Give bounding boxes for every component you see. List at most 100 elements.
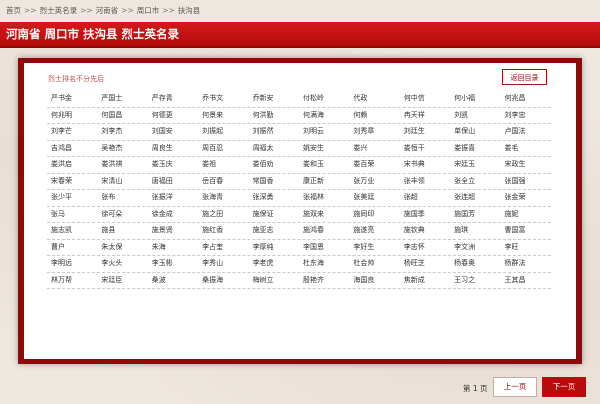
- breadcrumb-item-home[interactable]: 首页: [6, 6, 21, 15]
- breadcrumb-item-city[interactable]: 周口市: [137, 6, 160, 15]
- martyr-name-link[interactable]: 李厚纯: [249, 240, 299, 256]
- martyr-name-link[interactable]: 曹户: [47, 240, 97, 256]
- martyr-name-link[interactable]: 杜东海: [299, 256, 349, 272]
- martyr-name-link[interactable]: 施保证: [249, 207, 299, 223]
- martyr-name-link[interactable]: 张海青: [198, 190, 248, 206]
- martyr-name-link[interactable]: 严存青: [148, 91, 198, 107]
- martyr-name-link[interactable]: 吉鸿昌: [47, 141, 97, 157]
- martyr-name-link[interactable]: 李国恩: [299, 240, 349, 256]
- back-to-directory-button[interactable]: 返回目录: [502, 69, 547, 85]
- martyr-name-link[interactable]: 娄佰劝: [249, 157, 299, 173]
- martyr-name-link[interactable]: 李老虎: [249, 256, 299, 272]
- martyr-name-link[interactable]: 桑振海: [198, 273, 248, 289]
- martyr-name-link[interactable]: 冉天祥: [400, 108, 450, 124]
- martyr-name-link[interactable]: 娄毛: [501, 141, 551, 157]
- martyr-name-link[interactable]: 杜会帅: [349, 256, 399, 272]
- martyr-name-link[interactable]: 李秀山: [198, 256, 248, 272]
- martyr-name-link[interactable]: 焦新成: [400, 273, 450, 289]
- martyr-name-link[interactable]: 何景来: [198, 108, 248, 124]
- martyr-name-link[interactable]: 娄洪启: [47, 157, 97, 173]
- martyr-name-link[interactable]: 张全立: [450, 174, 500, 190]
- martyr-name-link[interactable]: 娄洪祺: [97, 157, 147, 173]
- martyr-name-link[interactable]: 刘国安: [148, 124, 198, 140]
- martyr-name-link[interactable]: 何德更: [148, 108, 198, 124]
- martyr-name-link[interactable]: 王其昌: [501, 273, 551, 289]
- next-page-button[interactable]: 下一页: [542, 377, 586, 397]
- martyr-name-link[interactable]: 施国季: [400, 207, 450, 223]
- martyr-name-link[interactable]: 徐可朵: [97, 207, 147, 223]
- martyr-name-link[interactable]: 张振洋: [148, 190, 198, 206]
- martyr-name-link[interactable]: 朱太保: [97, 240, 147, 256]
- martyr-name-link[interactable]: 宋廷玉: [450, 157, 500, 173]
- martyr-name-link[interactable]: 何小福: [450, 91, 500, 107]
- martyr-name-link[interactable]: 施国芳: [450, 207, 500, 223]
- martyr-name-link[interactable]: 施红香: [198, 223, 248, 239]
- martyr-name-link[interactable]: 宋书典: [400, 157, 450, 173]
- martyr-name-link[interactable]: 宋清山: [97, 174, 147, 190]
- martyr-name-link[interactable]: 刘秀章: [349, 124, 399, 140]
- martyr-name-link[interactable]: 付松岭: [299, 91, 349, 107]
- martyr-name-link[interactable]: 娄百荣: [349, 157, 399, 173]
- martyr-name-link[interactable]: 周福太: [249, 141, 299, 157]
- martyr-name-link[interactable]: 李占奎: [198, 240, 248, 256]
- martyr-name-link[interactable]: 李好生: [349, 240, 399, 256]
- martyr-name-link[interactable]: 何兆明: [47, 108, 97, 124]
- martyr-name-link[interactable]: 张深勇: [249, 190, 299, 206]
- martyr-name-link[interactable]: 代政: [349, 91, 399, 107]
- martyr-name-link[interactable]: 张超: [400, 190, 450, 206]
- martyr-name-link[interactable]: 刘李芒: [47, 124, 97, 140]
- martyr-name-link[interactable]: 施景贤: [148, 223, 198, 239]
- martyr-name-link[interactable]: 娄兴: [349, 141, 399, 157]
- martyr-name-link[interactable]: 杨春奥: [450, 256, 500, 272]
- martyr-name-link[interactable]: 卢国法: [501, 124, 551, 140]
- martyr-name-link[interactable]: 张万业: [349, 174, 399, 190]
- martyr-name-link[interactable]: 刘廷生: [400, 124, 450, 140]
- martyr-name-link[interactable]: 严国士: [97, 91, 147, 107]
- martyr-name-link[interactable]: 海国良: [349, 273, 399, 289]
- martyr-name-link[interactable]: 张连超: [450, 190, 500, 206]
- martyr-name-link[interactable]: 施琪: [450, 223, 500, 239]
- martyr-name-link[interactable]: 徐金成: [148, 207, 198, 223]
- martyr-name-link[interactable]: 张金荣: [501, 190, 551, 206]
- martyr-name-link[interactable]: 何兆昌: [501, 91, 551, 107]
- breadcrumb-item-martyrs[interactable]: 烈士英名录: [40, 6, 78, 15]
- breadcrumb-item-province[interactable]: 河南省: [96, 6, 119, 15]
- martyr-name-link[interactable]: 娄祖: [198, 157, 248, 173]
- martyr-name-link[interactable]: 施同印: [349, 207, 399, 223]
- martyr-name-link[interactable]: 娄振喜: [450, 141, 500, 157]
- martyr-name-link[interactable]: 曹国富: [501, 223, 551, 239]
- martyr-name-link[interactable]: 唐福田: [148, 174, 198, 190]
- martyr-name-link[interactable]: 杨旺芝: [400, 256, 450, 272]
- martyr-name-link[interactable]: 单保山: [450, 124, 500, 140]
- martyr-name-link[interactable]: 施县: [97, 223, 147, 239]
- martyr-name-link[interactable]: 张美廷: [349, 190, 399, 206]
- martyr-name-link[interactable]: 刘李杰: [97, 124, 147, 140]
- martyr-name-link[interactable]: 乔书文: [198, 91, 248, 107]
- martyr-name-link[interactable]: 乔新安: [249, 91, 299, 107]
- martyr-name-link[interactable]: 殷艳齐: [299, 273, 349, 289]
- martyr-name-link[interactable]: 王习之: [450, 273, 500, 289]
- martyr-name-link[interactable]: 刘明云: [299, 124, 349, 140]
- martyr-name-link[interactable]: 刘振然: [249, 124, 299, 140]
- prev-page-button[interactable]: 上一页: [493, 377, 537, 397]
- martyr-name-link[interactable]: 张布: [97, 190, 147, 206]
- martyr-name-link[interactable]: 娄和玉: [299, 157, 349, 173]
- martyr-name-link[interactable]: 刘凯: [450, 108, 500, 124]
- martyr-name-link[interactable]: 刘李忠: [501, 108, 551, 124]
- martyr-name-link[interactable]: 严书金: [47, 91, 97, 107]
- martyr-name-link[interactable]: 张福林: [299, 190, 349, 206]
- martyr-name-link[interactable]: 施志凯: [47, 223, 97, 239]
- martyr-name-link[interactable]: 杨群法: [501, 256, 551, 272]
- martyr-name-link[interactable]: 康正新: [299, 174, 349, 190]
- martyr-name-link[interactable]: 施妮: [501, 207, 551, 223]
- martyr-name-link[interactable]: 宋春荣: [47, 174, 97, 190]
- martyr-name-link[interactable]: 张丰领: [400, 174, 450, 190]
- martyr-name-link[interactable]: 李文洲: [450, 240, 500, 256]
- martyr-name-link[interactable]: 何中信: [400, 91, 450, 107]
- martyr-name-link[interactable]: 李明远: [47, 256, 97, 272]
- martyr-name-link[interactable]: 娄恒干: [400, 141, 450, 157]
- martyr-name-link[interactable]: 梅树立: [249, 273, 299, 289]
- martyr-name-link[interactable]: 施双来: [299, 207, 349, 223]
- martyr-name-link[interactable]: 李旺: [501, 240, 551, 256]
- martyr-name-link[interactable]: 朱海: [148, 240, 198, 256]
